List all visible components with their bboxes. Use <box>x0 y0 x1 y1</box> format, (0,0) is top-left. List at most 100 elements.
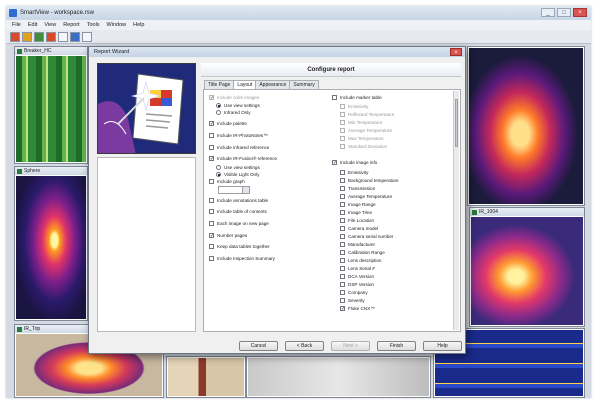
option-irfusion-reference[interactable]: ✓ Include IR-Fusion® reference <box>209 156 277 162</box>
info-option-camera-serial[interactable]: Camera serial number <box>340 234 393 239</box>
option-number-pages[interactable]: ✓ Number pages <box>209 233 247 239</box>
checkbox[interactable] <box>340 226 345 231</box>
report-icon[interactable] <box>34 32 44 42</box>
option-use-view-settings-a[interactable]: Use view settings <box>216 103 260 108</box>
checkbox[interactable] <box>340 210 345 215</box>
info-option-camera-model[interactable]: Camera model <box>340 226 378 231</box>
checkbox[interactable] <box>340 202 345 207</box>
checkbox[interactable] <box>340 250 345 255</box>
info-option-file-location[interactable]: File Location <box>340 218 374 223</box>
info-option-average-temp[interactable]: Average Temperature <box>340 194 392 199</box>
menu-tools[interactable]: Tools <box>87 20 100 30</box>
menu-help[interactable]: Help <box>133 20 144 30</box>
maximize-button[interactable]: □ <box>557 8 571 17</box>
radio[interactable] <box>216 110 221 115</box>
checkbox[interactable] <box>340 136 345 141</box>
menu-view[interactable]: View <box>44 20 56 30</box>
print-icon[interactable] <box>46 32 56 42</box>
menu-report[interactable]: Report <box>63 20 80 30</box>
checkbox[interactable] <box>340 234 345 239</box>
checkbox[interactable]: ✓ <box>209 121 214 127</box>
help-button[interactable]: Help <box>423 341 462 351</box>
option-use-view-settings-b[interactable]: Use view settings <box>216 165 260 170</box>
menu-window[interactable]: Window <box>107 20 127 30</box>
marker-option-max-temp[interactable]: Max Temperature <box>340 136 384 141</box>
next-button[interactable]: Next > <box>331 341 370 351</box>
save-icon[interactable] <box>22 32 32 42</box>
checkbox[interactable] <box>340 104 345 109</box>
option-include-graph[interactable]: Include graph <box>209 179 245 184</box>
image-panel-sphere[interactable]: Sphere <box>14 166 88 321</box>
marker-option-std-dev[interactable]: Standard Deviation <box>340 144 387 149</box>
info-option-background-temp[interactable]: Background temperature <box>340 178 399 183</box>
info-option-lens-description[interactable]: Lens description <box>340 258 381 263</box>
checkbox[interactable] <box>340 266 345 271</box>
open-image-icon[interactable] <box>10 32 20 42</box>
info-option-dsp-version[interactable]: DSP Version <box>340 282 374 287</box>
info-option-company[interactable]: Company <box>340 290 368 295</box>
option-image-info[interactable]: ✓ Include image info <box>332 160 377 166</box>
info-option-lens-serial[interactable]: Lens Serial # <box>340 266 375 271</box>
option-color-images[interactable]: ✓ Include color images <box>209 95 259 101</box>
radio[interactable] <box>216 103 221 108</box>
checkbox[interactable] <box>340 144 345 149</box>
option-each-image-new-page[interactable]: Each image on new page <box>209 221 269 226</box>
option-infrared-only[interactable]: Infrared Only <box>216 110 251 115</box>
image-panel-ir-1004[interactable]: IR_1004 <box>469 207 585 327</box>
close-window-button[interactable]: × <box>573 8 587 17</box>
minimize-button[interactable]: _ <box>541 8 555 17</box>
info-option-image-time[interactable]: Image Time <box>340 210 372 215</box>
checkbox[interactable] <box>209 256 214 261</box>
option-marker-table[interactable]: Include marker table <box>332 95 382 100</box>
checkbox[interactable] <box>209 133 214 138</box>
checkbox[interactable] <box>340 170 345 175</box>
checkbox[interactable] <box>340 242 345 247</box>
image-panel-room[interactable] <box>166 356 246 398</box>
checkbox[interactable] <box>340 112 345 117</box>
checkbox[interactable] <box>332 95 337 100</box>
option-infrared-reference[interactable]: Include infrared reference <box>209 145 269 150</box>
checkbox[interactable] <box>340 290 345 295</box>
option-include-palette[interactable]: ✓ Include palette <box>209 121 247 127</box>
checkbox[interactable] <box>340 218 345 223</box>
checkbox[interactable] <box>340 128 345 133</box>
checkbox[interactable]: ✓ <box>209 233 214 239</box>
checkbox[interactable] <box>209 244 214 249</box>
info-option-transmission[interactable]: Transmission <box>340 186 375 191</box>
cancel-button[interactable]: Cancel <box>239 341 278 351</box>
copy-icon[interactable] <box>58 32 68 42</box>
image-panel-wall[interactable] <box>246 356 431 398</box>
option-keep-tables-together[interactable]: Keep data tables together <box>209 244 270 249</box>
back-button[interactable]: < Back <box>285 341 324 351</box>
scrollbar-thumb[interactable] <box>455 99 458 147</box>
info-option-calibration-range[interactable]: Calibration Range <box>340 250 385 255</box>
finish-button[interactable]: Finish <box>377 341 416 351</box>
checkbox[interactable]: ✓ <box>209 156 214 162</box>
option-annotations-table[interactable]: Include annotations table <box>209 198 268 203</box>
dialog-close-button[interactable]: × <box>450 48 462 56</box>
marker-option-reflected-temp[interactable]: Reflected Temperature <box>340 112 394 117</box>
checkbox[interactable] <box>209 179 214 184</box>
checkbox[interactable] <box>340 120 345 125</box>
checkbox[interactable] <box>340 186 345 191</box>
options-scrollbar[interactable] <box>453 91 459 330</box>
settings-icon[interactable] <box>70 32 80 42</box>
marker-option-min-temp[interactable]: Min Temperature <box>340 120 382 125</box>
marker-option-emissivity[interactable]: Emissivity <box>340 104 368 109</box>
info-option-dca-version[interactable]: DCA Version <box>340 274 374 279</box>
checkbox[interactable] <box>209 198 214 203</box>
checkbox[interactable] <box>340 282 345 287</box>
checkbox[interactable]: ✓ <box>209 95 214 101</box>
image-panel-breaker[interactable]: Breaker_HC <box>14 46 88 164</box>
option-inspection-summary[interactable]: Include Inspection Summary <box>209 256 275 261</box>
marker-option-average-temp[interactable]: Average Temperature <box>340 128 392 133</box>
checkbox[interactable] <box>340 298 345 303</box>
option-visible-light-only[interactable]: Visible Light Only <box>216 172 259 177</box>
checkbox[interactable] <box>209 209 214 214</box>
info-option-manufacturer[interactable]: Manufacturer <box>340 242 375 247</box>
help-icon[interactable] <box>82 32 92 42</box>
menu-edit[interactable]: Edit <box>28 20 37 30</box>
radio[interactable] <box>216 165 221 170</box>
checkbox[interactable] <box>340 258 345 263</box>
radio[interactable] <box>216 172 221 177</box>
